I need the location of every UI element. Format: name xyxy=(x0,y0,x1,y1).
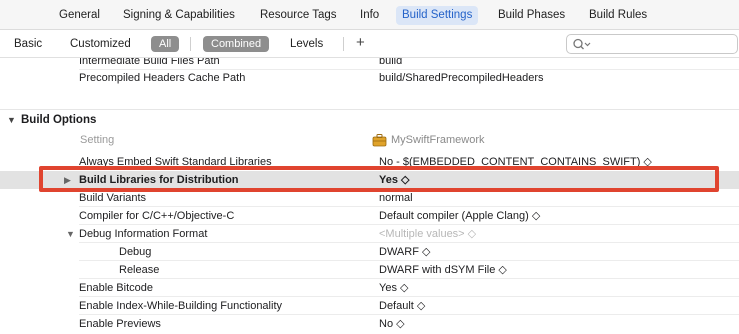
tab-signing-capabilities[interactable]: Signing & Capabilities xyxy=(117,6,241,25)
setting-value[interactable]: DWARF with dSYM File ◇ xyxy=(379,261,507,279)
tab-build-phases[interactable]: Build Phases xyxy=(492,6,571,25)
setting-name: Debug Information Format xyxy=(79,228,208,240)
view-levels[interactable]: Levels xyxy=(290,36,323,52)
setting-name: Build Libraries for Distribution xyxy=(79,174,239,186)
setting-value[interactable]: normal xyxy=(379,189,413,207)
toolbox-icon xyxy=(372,134,387,147)
setting-subrow[interactable]: Debug DWARF ◇ xyxy=(0,243,739,261)
setting-row[interactable]: ▼ Debug Information Format <Multiple val… xyxy=(0,225,739,243)
tab-build-rules[interactable]: Build Rules xyxy=(583,6,653,25)
settings-filter-bar: Basic Customized All Combined Levels + xyxy=(0,30,739,58)
section-build-options[interactable]: ▼ Build Options xyxy=(0,110,739,130)
column-setting-label: Setting xyxy=(80,134,115,146)
filter-divider-2 xyxy=(343,37,344,51)
setting-name: Enable Index-While-Building Functionalit… xyxy=(79,300,282,312)
editor-tab-bar: General Signing & Capabilities Resource … xyxy=(0,0,739,30)
setting-value: build/SharedPrecompiledHeaders xyxy=(379,72,544,84)
tab-info[interactable]: Info xyxy=(354,6,385,25)
setting-row[interactable]: Enable Bitcode Yes ◇ xyxy=(0,279,739,297)
setting-name: Compiler for C/C++/Objective-C xyxy=(79,210,235,222)
tab-general[interactable]: General xyxy=(53,6,106,25)
setting-row[interactable]: Build Variants normal xyxy=(0,189,739,207)
setting-row[interactable]: Always Embed Swift Standard Libraries No… xyxy=(0,153,739,171)
tab-resource-tags[interactable]: Resource Tags xyxy=(254,6,343,25)
build-settings-list: Intermediate Build Files Path build Prec… xyxy=(0,58,739,334)
setting-row[interactable]: Precompiled Headers Cache Path build/Sha… xyxy=(0,69,739,87)
setting-value[interactable]: Yes ◇ xyxy=(379,171,409,189)
search-field[interactable] xyxy=(566,34,738,54)
filter-basic[interactable]: Basic xyxy=(14,36,42,52)
filter-all[interactable]: All xyxy=(151,36,180,52)
section-title: Build Options xyxy=(21,114,97,126)
setting-name: Build Variants xyxy=(79,192,147,204)
add-setting-button[interactable]: + xyxy=(356,34,365,52)
disclosure-closed-icon[interactable]: ▶ xyxy=(64,171,74,189)
column-target-label: MySwiftFramework xyxy=(391,134,485,146)
setting-name: Precompiled Headers Cache Path xyxy=(79,72,246,84)
setting-value[interactable]: Default compiler (Apple Clang) ◇ xyxy=(379,207,540,225)
setting-value[interactable]: No ◇ xyxy=(379,315,405,333)
setting-value[interactable]: No - $(EMBEDDED_CONTENT_CONTAINS_SWIFT) … xyxy=(379,153,652,171)
setting-name: Release xyxy=(119,264,160,276)
filter-customized[interactable]: Customized xyxy=(70,36,131,52)
setting-value[interactable]: <Multiple values> ◇ xyxy=(379,225,476,243)
disclosure-open-icon[interactable]: ▼ xyxy=(7,110,16,130)
setting-row[interactable]: Enable Index-While-Building Functionalit… xyxy=(0,297,739,315)
column-header: Setting MySwiftFramework xyxy=(0,129,739,151)
setting-row-selected[interactable]: ▶ Build Libraries for Distribution Yes ◇ xyxy=(0,171,739,189)
tab-build-settings[interactable]: Build Settings xyxy=(396,6,479,25)
setting-row[interactable]: Compiler for C/C++/Objective-C Default c… xyxy=(0,207,739,225)
setting-name: Enable Previews xyxy=(79,318,161,330)
setting-name: Always Embed Swift Standard Libraries xyxy=(79,156,272,168)
setting-name: Enable Bitcode xyxy=(79,282,153,294)
setting-value[interactable]: Yes ◇ xyxy=(379,279,408,297)
setting-value[interactable]: Default ◇ xyxy=(379,297,425,315)
search-icon xyxy=(573,38,591,50)
filter-divider xyxy=(190,37,191,51)
setting-name: Debug xyxy=(119,246,152,258)
setting-subrow[interactable]: Release DWARF with dSYM File ◇ xyxy=(0,261,739,279)
setting-value[interactable]: DWARF ◇ xyxy=(379,243,430,261)
setting-row[interactable]: Enable Previews No ◇ xyxy=(0,315,739,333)
disclosure-open-icon[interactable]: ▼ xyxy=(66,225,76,243)
view-combined[interactable]: Combined xyxy=(203,36,270,52)
